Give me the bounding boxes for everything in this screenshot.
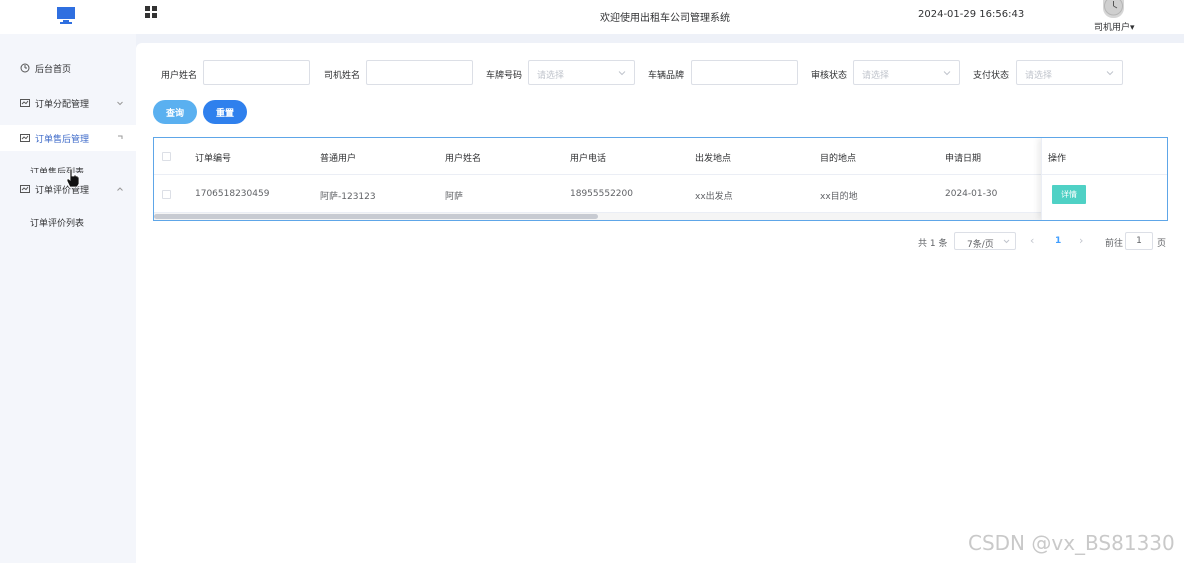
fixed-action-column: 操作 详情 <box>1041 138 1167 220</box>
cell-to: xx目的地 <box>820 192 858 202</box>
chart-icon <box>20 134 30 142</box>
datetime-display: 2024-01-29 16:56:43 <box>918 9 1025 20</box>
table-row[interactable]: 1706518230459 阿萨-123123 阿萨 18955552200 x… <box>154 175 1167 213</box>
pay-status-select[interactable]: 请选择 <box>1016 60 1123 85</box>
plate-select-placeholder: 请选择 <box>537 71 565 81</box>
cell-name: 阿萨 <box>445 192 464 202</box>
cell-user: 阿萨-123123 <box>320 192 376 202</box>
page-suffix: 页 <box>1157 239 1167 249</box>
search-button[interactable]: 查询 <box>153 100 197 124</box>
column-header[interactable]: 申请日期 <box>945 151 981 164</box>
cell-date: 2024-01-30 <box>945 189 998 199</box>
sidebar: 后台首页 订单分配管理 订单售后管理 订单售后列表 订单评价管理 订单评价列表 <box>0 34 136 563</box>
pay-status-placeholder: 请选择 <box>1025 71 1053 81</box>
hand-cursor-icon <box>66 168 80 188</box>
review-status-label: 审核状态 <box>811 71 848 81</box>
column-header[interactable]: 用户电话 <box>570 151 606 164</box>
review-status-placeholder: 请选择 <box>862 71 890 81</box>
sidebar-item-label: 订单分配管理 <box>35 99 90 110</box>
column-header[interactable]: 出发地点 <box>695 151 731 164</box>
chart-icon <box>20 185 30 193</box>
sidebar-item-home[interactable]: 后台首页 <box>0 55 136 81</box>
sidebar-item-label: 后台首页 <box>35 64 72 75</box>
brand-input[interactable] <box>691 60 798 85</box>
column-header[interactable]: 普通用户 <box>320 151 356 164</box>
user-name-label: 用户姓名 <box>161 71 198 81</box>
prev-page-button[interactable]: ‹ <box>1030 234 1034 247</box>
sidebar-item-after-sales[interactable]: 订单售后管理 <box>0 125 136 151</box>
current-page[interactable]: 1 <box>1055 236 1061 246</box>
cell-phone: 18955552200 <box>570 189 633 199</box>
sidebar-item-label: 订单评价管理 <box>35 185 90 196</box>
chevron-icon <box>118 135 123 139</box>
cell-order-no: 1706518230459 <box>195 189 270 199</box>
row-checkbox[interactable] <box>162 190 171 199</box>
sidebar-item-order-assign[interactable]: 订单分配管理 <box>0 90 136 116</box>
sidebar-subitem-review-list[interactable]: 订单评价列表 <box>30 216 84 229</box>
column-header[interactable]: 目的地点 <box>820 151 856 164</box>
user-name-input[interactable] <box>203 60 310 85</box>
detail-button[interactable]: 详情 <box>1052 185 1086 204</box>
driver-name-input[interactable] <box>366 60 473 85</box>
top-header: 欢迎使用出租车公司管理系统 2024-01-29 16:56:43 司机用户▾ <box>0 0 1184 34</box>
table-header-row: 订单编号 普通用户 用户姓名 用户电话 出发地点 目的地点 申请日期 <box>154 138 1167 175</box>
monitor-logo-icon[interactable] <box>56 5 76 25</box>
chevron-down-icon <box>943 71 951 76</box>
reset-button[interactable]: 重置 <box>203 100 247 124</box>
site-title: 欢迎使用出租车公司管理系统 <box>600 13 730 24</box>
column-header: 操作 <box>1048 154 1067 164</box>
page-size-value: 7条/页 <box>967 240 994 250</box>
horizontal-scrollbar[interactable] <box>154 213 1167 220</box>
grid-menu-icon[interactable] <box>145 6 158 19</box>
column-header[interactable]: 用户姓名 <box>445 151 481 164</box>
pay-status-label: 支付状态 <box>973 71 1010 81</box>
chevron-down-icon <box>1003 239 1010 244</box>
chevron-down-icon <box>117 101 123 106</box>
chevron-down-icon <box>1106 71 1114 76</box>
plate-select[interactable]: 请选择 <box>528 60 635 85</box>
pagination-total: 共 1 条 <box>918 239 948 249</box>
driver-name-label: 司机姓名 <box>324 71 361 81</box>
next-page-button[interactable]: › <box>1079 234 1083 247</box>
scrollbar-thumb[interactable] <box>154 214 598 219</box>
column-header[interactable]: 订单编号 <box>195 151 231 164</box>
page-size-select[interactable]: 7条/页 <box>954 232 1016 250</box>
avatar[interactable] <box>1103 0 1124 18</box>
plate-label: 车牌号码 <box>486 71 523 81</box>
chevron-down-icon: ▾ <box>1130 23 1135 33</box>
watermark: CSDN @vx_BS81330 <box>968 531 1175 555</box>
sidebar-item-label: 订单售后管理 <box>35 134 90 145</box>
chevron-down-icon <box>618 71 626 76</box>
goto-page-input[interactable]: 1 <box>1125 232 1153 250</box>
user-dropdown[interactable]: 司机用户▾ <box>1094 20 1135 33</box>
main-panel: 用户姓名 司机姓名 车牌号码 请选择 车辆品牌 审核状态 请选择 支付状态 请选… <box>136 43 1184 563</box>
review-status-select[interactable]: 请选择 <box>853 60 960 85</box>
select-all-checkbox[interactable] <box>162 152 171 161</box>
user-name: 司机用户 <box>1094 23 1131 33</box>
clock-icon <box>20 63 30 73</box>
cell-from: xx出发点 <box>695 192 733 202</box>
avatar-clock-icon <box>1104 0 1123 16</box>
orders-table: 订单编号 普通用户 用户姓名 用户电话 出发地点 目的地点 申请日期 17065… <box>153 137 1168 221</box>
goto-label: 前往 <box>1105 239 1124 249</box>
chart-icon <box>20 99 30 107</box>
brand-label: 车辆品牌 <box>648 71 685 81</box>
chevron-up-icon <box>117 187 123 191</box>
